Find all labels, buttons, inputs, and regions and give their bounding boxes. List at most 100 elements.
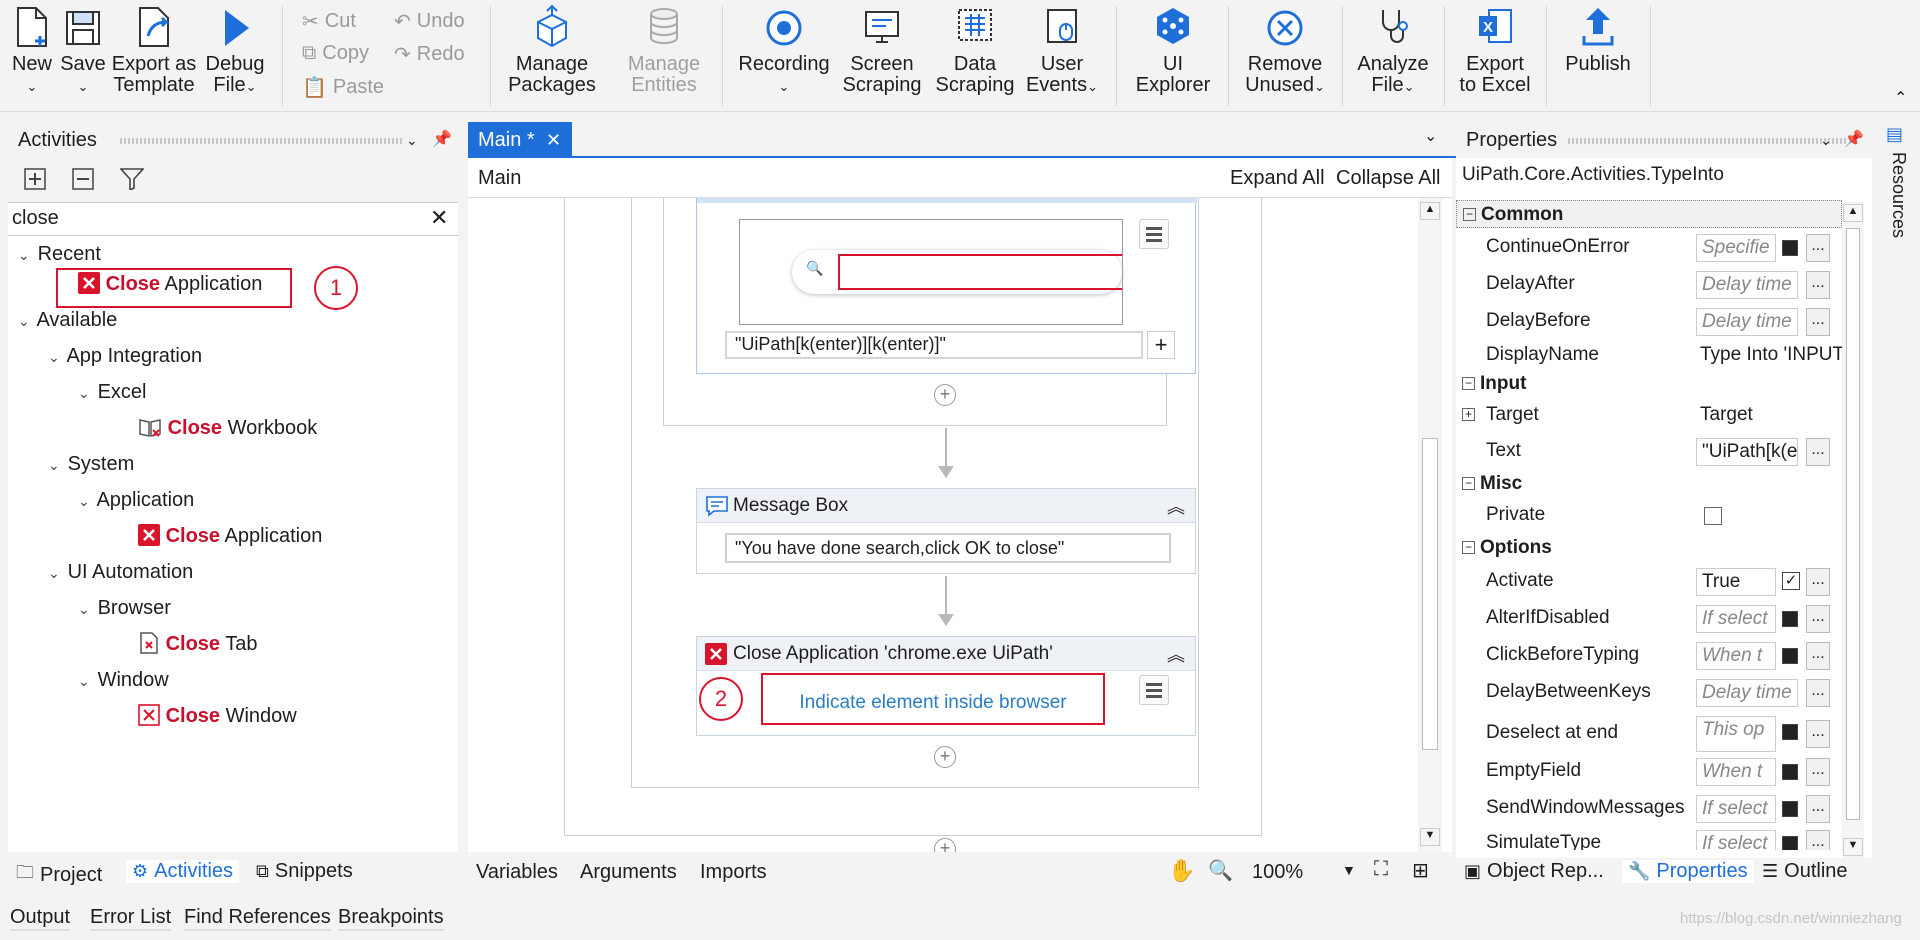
variables-tab[interactable]: Variables xyxy=(476,861,558,884)
checkbox[interactable] xyxy=(1782,724,1798,740)
chevron-down-icon[interactable]: ⌄ xyxy=(1820,122,1832,158)
prop-value[interactable]: Delay time xyxy=(1696,271,1798,299)
ellipsis-button[interactable]: ... xyxy=(1806,679,1830,707)
type-into-text-input[interactable]: "UiPath[k(enter)][k(enter)]" xyxy=(725,331,1143,359)
tree-node-application[interactable]: ⌄ Application xyxy=(78,486,194,514)
chevron-down-icon[interactable]: ⌄ xyxy=(406,122,418,158)
collapse-icon[interactable]: ︽ xyxy=(1167,493,1185,519)
prop-value[interactable]: True xyxy=(1696,568,1776,596)
zoom-dropdown-icon[interactable]: ▼ xyxy=(1342,862,1356,878)
target-screenshot[interactable]: 🔍 xyxy=(739,219,1123,325)
copy-button[interactable]: ⧉ Copy xyxy=(302,42,369,65)
user-events-button[interactable]: User Events⌄ xyxy=(1024,4,1100,97)
expand-all-button[interactable]: Expand All xyxy=(1230,167,1325,190)
prop-display-name[interactable]: DisplayName Type Into 'INPUT xyxy=(1456,338,1842,372)
collapse-all-icon[interactable] xyxy=(72,168,94,190)
chevron-down-icon[interactable]: ⌄ xyxy=(1424,126,1437,146)
checkbox[interactable] xyxy=(1782,801,1798,817)
activity-menu-icon[interactable] xyxy=(1139,675,1169,705)
scroll-thumb[interactable] xyxy=(1422,438,1438,750)
category-options[interactable]: − Options xyxy=(1456,534,1842,562)
close-application-item[interactable]: Close Application xyxy=(138,522,322,550)
prop-value[interactable]: Delay time xyxy=(1696,679,1798,707)
category-misc[interactable]: − Misc xyxy=(1456,470,1842,498)
arguments-tab[interactable]: Arguments xyxy=(580,861,677,884)
expand-box-icon[interactable]: + xyxy=(1462,408,1475,421)
prop-value[interactable]: "UiPath[k(e xyxy=(1696,438,1798,466)
tab-error-list[interactable]: Error List xyxy=(90,906,172,931)
tab-find-references[interactable]: Find References xyxy=(184,906,331,931)
data-scraping-button[interactable]: Data Scraping xyxy=(930,4,1020,96)
prop-value[interactable]: Delay time xyxy=(1696,308,1798,336)
ellipsis-button[interactable]: ... xyxy=(1806,438,1830,466)
checkmark-icon[interactable]: ✓ xyxy=(1782,572,1800,590)
prop-value[interactable]: This op xyxy=(1696,716,1776,752)
close-workbook-item[interactable]: Close Workbook xyxy=(138,414,317,442)
cut-button[interactable]: ✂ Cut xyxy=(302,9,356,34)
save-button[interactable]: Save ⌄ xyxy=(60,4,106,97)
prop-deselect-at-end[interactable]: Deselect at end This op... xyxy=(1456,712,1842,756)
tree-node-recent[interactable]: ⌄ Recent xyxy=(18,240,101,268)
tab-activities[interactable]: ⚙ Activities xyxy=(126,860,240,883)
manage-packages-button[interactable]: Manage Packages xyxy=(504,4,600,96)
prop-continue-on-error[interactable]: ContinueOnError Specifie... xyxy=(1456,230,1842,264)
zoom-icon[interactable]: 🔍 xyxy=(1208,858,1233,883)
expand-all-icon[interactable] xyxy=(24,168,46,190)
publish-button[interactable]: Publish xyxy=(1556,4,1640,75)
checkbox[interactable] xyxy=(1782,240,1798,256)
prop-click-before-typing[interactable]: ClickBeforeTyping When t... xyxy=(1456,638,1842,672)
breadcrumb[interactable]: Main xyxy=(478,167,521,190)
new-button[interactable]: New ⌄ xyxy=(6,4,58,97)
prop-delay-between-keys[interactable]: DelayBetweenKeys Delay time... xyxy=(1456,675,1842,709)
recording-button[interactable]: Recording ⌄ xyxy=(734,4,834,97)
ellipsis-button[interactable]: ... xyxy=(1806,642,1830,670)
insert-activity-icon[interactable]: + xyxy=(934,838,956,852)
prop-empty-field[interactable]: EmptyField When t... xyxy=(1456,754,1842,788)
ellipsis-button[interactable]: ... xyxy=(1806,758,1830,786)
tree-node-available[interactable]: ⌄ Available xyxy=(18,306,117,334)
tree-node-browser[interactable]: ⌄ Browser xyxy=(78,594,171,622)
debug-file-button[interactable]: Debug File⌄ xyxy=(204,4,266,97)
clear-search-icon[interactable]: ✕ xyxy=(430,205,448,231)
designer-scrollbar[interactable]: ▲ ▼ xyxy=(1418,198,1442,852)
pin-icon[interactable]: 📌 xyxy=(432,122,452,158)
fit-screen-icon[interactable]: ⛶ xyxy=(1374,858,1388,881)
ellipsis-button[interactable]: ... xyxy=(1806,720,1830,748)
prop-value[interactable]: Target xyxy=(1700,398,1753,432)
zoom-level[interactable]: 100% xyxy=(1252,861,1303,884)
prop-send-window-messages[interactable]: SendWindowMessages If select... xyxy=(1456,791,1842,825)
collapse-icon[interactable]: ︽ xyxy=(1167,641,1185,667)
indicate-element-link[interactable]: Indicate element inside browser xyxy=(763,675,1103,723)
remove-unused-button[interactable]: Remove Unused⌄ xyxy=(1238,4,1332,97)
overview-icon[interactable]: ⊞ xyxy=(1412,858,1429,883)
analyze-file-button[interactable]: Analyze File⌄ xyxy=(1352,4,1434,97)
prop-value[interactable]: If select xyxy=(1696,795,1776,823)
tree-node-ui-automation[interactable]: ⌄ UI Automation xyxy=(48,558,193,586)
collapse-ribbon-icon[interactable]: ⌃ xyxy=(1894,88,1907,108)
scroll-up-icon[interactable]: ▲ xyxy=(1843,204,1863,222)
ellipsis-button[interactable]: ... xyxy=(1806,605,1830,633)
add-icon[interactable]: + xyxy=(1147,331,1175,359)
tree-node-app-integration[interactable]: ⌄ App Integration xyxy=(48,342,202,370)
prop-value[interactable]: When t xyxy=(1696,758,1776,786)
collapse-all-button[interactable]: Collapse All xyxy=(1336,167,1441,190)
prop-private[interactable]: Private xyxy=(1456,498,1842,532)
properties-scrollbar[interactable]: ▲ ▼ xyxy=(1842,202,1864,860)
private-checkbox[interactable] xyxy=(1704,507,1722,525)
insert-activity-icon[interactable]: + xyxy=(934,746,956,768)
hand-pan-icon[interactable]: ✋ xyxy=(1168,858,1195,884)
ellipsis-button[interactable]: ... xyxy=(1806,795,1830,823)
tree-node-window[interactable]: ⌄ Window xyxy=(78,666,169,694)
resources-side-tab[interactable]: ▤ Resources xyxy=(1876,122,1920,262)
type-into-activity[interactable]: 🔍 "UiPath[k(enter)][k(enter)]" + xyxy=(696,198,1197,374)
scroll-down-icon[interactable]: ▼ xyxy=(1420,828,1440,846)
scroll-thumb[interactable] xyxy=(1846,228,1860,820)
filter-icon[interactable] xyxy=(120,168,144,190)
scroll-down-icon[interactable]: ▼ xyxy=(1843,838,1863,856)
tab-snippets[interactable]: ⧉ Snippets xyxy=(256,860,353,883)
paste-button[interactable]: 📋 Paste xyxy=(302,75,384,100)
tab-outline[interactable]: ☰ Outline xyxy=(1762,860,1848,883)
undo-button[interactable]: ↶ Undo xyxy=(394,9,465,34)
ellipsis-button[interactable]: ... xyxy=(1806,234,1830,262)
close-application-activity[interactable]: Close Application 'chrome.exe UiPath' ︽ … xyxy=(696,636,1196,736)
